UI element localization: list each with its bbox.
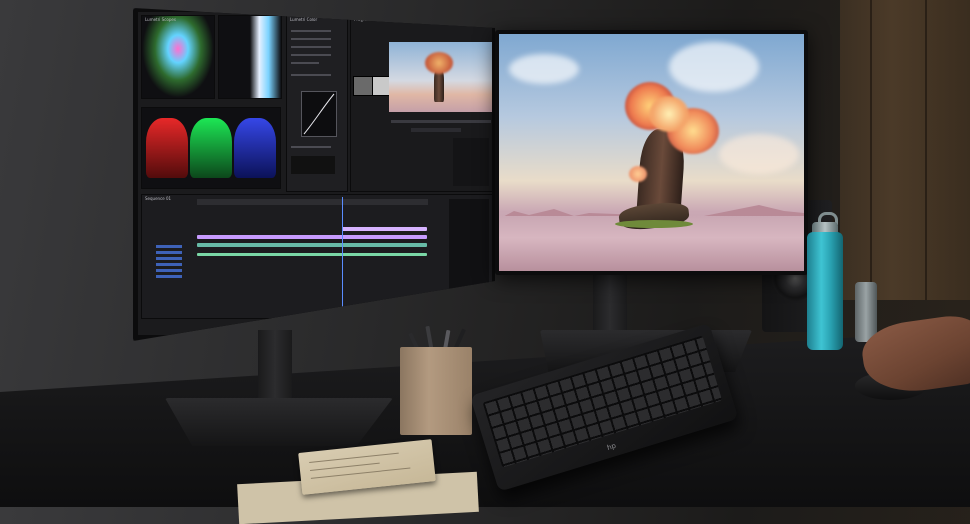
lumetri-color-panel[interactable]: Lumetri Color xyxy=(286,15,348,192)
cloud xyxy=(719,134,799,174)
color-wheel-area[interactable] xyxy=(291,156,335,174)
tree-foliage xyxy=(629,166,647,182)
effect-row[interactable] xyxy=(291,30,331,32)
left-monitor-stand-base xyxy=(165,398,393,446)
effect-row[interactable] xyxy=(291,46,331,48)
handwriting-line xyxy=(309,452,399,464)
curve-line-graphic xyxy=(303,93,335,135)
program-preview-frame xyxy=(389,42,492,112)
program-monitor-panel: Program xyxy=(350,15,492,192)
effect-row[interactable] xyxy=(291,38,331,40)
handwriting-line xyxy=(309,462,380,471)
timeline-clip-video[interactable] xyxy=(197,243,427,247)
pencil-cup xyxy=(400,347,472,435)
preview-tree-foliage xyxy=(425,52,453,74)
green-waveform xyxy=(190,118,232,178)
histogram-panel xyxy=(218,15,282,99)
red-waveform xyxy=(146,118,188,178)
vectorscope-panel: Lumetri Scopes xyxy=(141,15,215,99)
timeline-audio-meters xyxy=(449,199,489,299)
water-bottle xyxy=(807,232,843,350)
effect-row[interactable] xyxy=(291,62,319,64)
effect-row[interactable] xyxy=(291,74,331,76)
effect-row[interactable] xyxy=(291,54,331,56)
blue-waveform xyxy=(234,118,276,178)
program-panel-title: Program xyxy=(354,17,371,22)
timeline-clip-video[interactable] xyxy=(342,227,427,231)
right-monitor-stand-neck xyxy=(593,268,627,340)
playback-scrubber[interactable] xyxy=(391,120,491,123)
scopes-panel-title: Lumetri Scopes xyxy=(145,17,176,22)
rgb-parade-panel xyxy=(141,107,281,189)
right-monitor xyxy=(495,30,808,275)
right-monitor-screen xyxy=(499,34,804,271)
transport-controls[interactable] xyxy=(411,128,461,132)
timeline-title: Sequence 01 xyxy=(145,196,172,201)
left-monitor: Lumetri Scopes Lumetri Color Program Seq… xyxy=(133,8,495,341)
rgb-curves-graph[interactable] xyxy=(301,91,337,137)
timeline-clip-audio[interactable] xyxy=(197,253,427,256)
cloud xyxy=(509,54,579,84)
left-monitor-screen: Lumetri Scopes Lumetri Color Program Seq… xyxy=(138,12,492,335)
metal-jar xyxy=(855,282,877,342)
tree-foliage xyxy=(649,96,689,132)
timeline-clip-video[interactable] xyxy=(197,235,427,239)
moss xyxy=(615,220,693,228)
keyboard-logo: hp xyxy=(606,441,617,452)
audio-meter-panel xyxy=(453,138,489,186)
effect-row[interactable] xyxy=(291,146,331,148)
timeline-panel[interactable]: Sequence 01 xyxy=(141,194,492,319)
track-header-controls[interactable] xyxy=(156,245,182,281)
wood-wall-panel xyxy=(840,0,970,300)
timeline-playhead[interactable] xyxy=(342,197,343,307)
effects-panel-title: Lumetri Color xyxy=(290,17,318,22)
cloud xyxy=(669,42,759,92)
source-thumbnail[interactable] xyxy=(353,76,373,96)
timeline-ruler[interactable] xyxy=(197,199,428,205)
